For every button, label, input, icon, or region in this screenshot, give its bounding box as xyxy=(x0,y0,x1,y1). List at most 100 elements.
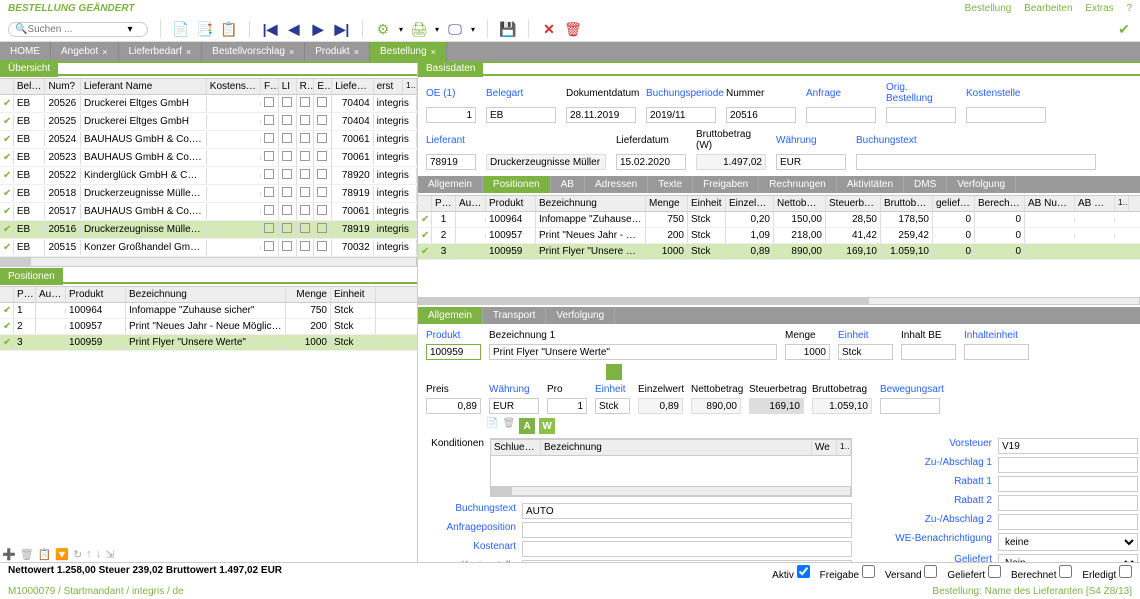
d-val-einheit[interactable] xyxy=(838,344,893,360)
table-row[interactable]: ✔EB20525Druckerei Eltges GmbH70404integr… xyxy=(0,113,417,131)
subtab-adressen[interactable]: Adressen xyxy=(585,176,648,193)
doc-icon[interactable]: 📄 xyxy=(486,418,498,434)
subtab-freigaben[interactable]: Freigaben xyxy=(693,176,759,193)
table-row[interactable]: ✔EB20515Konzer Großhandel GmbH70032integ… xyxy=(0,239,417,257)
table-row[interactable]: ✔EB20516Druckerzeugnisse Müller GmbH7891… xyxy=(0,221,417,239)
subtab-allgemein[interactable]: Allgemein xyxy=(418,176,483,193)
mini-filter-icon[interactable]: 🔽 xyxy=(55,548,69,561)
copy-icon[interactable]: 📑 xyxy=(197,21,213,37)
d-val-produkt[interactable] xyxy=(426,344,481,360)
cancel-icon[interactable]: ✕ xyxy=(541,21,557,37)
chk-geliefert[interactable]: Geliefert xyxy=(947,565,1001,581)
tab-home[interactable]: HOME xyxy=(0,42,51,61)
gear-icon[interactable]: ⚙ xyxy=(375,21,391,37)
search-input[interactable] xyxy=(27,24,127,35)
val-belegart[interactable] xyxy=(486,107,556,123)
d-rabatt1[interactable] xyxy=(998,476,1138,492)
d-kostenart[interactable] xyxy=(522,541,852,557)
mini-refresh-icon[interactable]: ↻ xyxy=(73,548,82,561)
lbl-lieferant[interactable]: Lieferant xyxy=(426,135,476,146)
col-er[interactable]: ER xyxy=(314,79,332,94)
detailtab-transport[interactable]: Transport xyxy=(483,307,546,324)
col-num[interactable]: Num? xyxy=(45,79,80,94)
prev-icon[interactable]: ◀ xyxy=(286,21,302,37)
d-lbl-einheit[interactable]: Einheit xyxy=(838,330,893,341)
col-kost[interactable]: Kostenstelle xyxy=(207,79,261,94)
d-lbl-inhalteh[interactable]: Inhalteinheit xyxy=(964,330,1029,341)
hscroll[interactable] xyxy=(0,257,417,267)
lbl-orig[interactable]: Orig. Bestellung xyxy=(886,82,956,104)
search-box[interactable]: 🔍 ▾ xyxy=(8,22,148,37)
table-row[interactable]: ✔3100959Print Flyer "Unsere Werte"1000St… xyxy=(0,335,417,351)
chk-freigabe[interactable]: Freigabe xyxy=(820,565,875,581)
a-button[interactable]: A xyxy=(519,418,535,434)
d-val-pro[interactable] xyxy=(547,398,587,414)
d-anfragepos[interactable] xyxy=(522,522,852,538)
chk-versand[interactable]: Versand xyxy=(885,565,937,581)
table-row[interactable]: ✔2100957Print "Neues Jahr - Neue ...200S… xyxy=(418,228,1140,244)
lbl-belegart[interactable]: Belegart xyxy=(486,88,556,99)
subtab-positionen[interactable]: Positionen xyxy=(483,176,551,193)
d-val-eh2[interactable] xyxy=(595,398,630,414)
table-row[interactable]: ✔EB20526Druckerei Eltges GmbH70404integr… xyxy=(0,95,417,113)
d-val-beweg[interactable] xyxy=(880,398,940,414)
val-buchper[interactable] xyxy=(646,107,716,123)
mini-down-icon[interactable]: ↓ xyxy=(96,548,102,561)
mini-up-icon[interactable]: ↑ xyxy=(86,548,92,561)
d-val-menge[interactable] xyxy=(785,344,830,360)
lbl-buchper[interactable]: Buchungsperiode xyxy=(646,88,716,99)
lbl-buchtxt[interactable]: Buchungstext xyxy=(856,135,906,146)
save-icon[interactable]: 💾 xyxy=(500,21,516,37)
d-zuab1[interactable] xyxy=(998,457,1138,473)
col-re[interactable]: RE xyxy=(297,79,315,94)
delete-icon[interactable]: 🗑 xyxy=(565,21,581,37)
tab-bestellvorschlag[interactable]: Bestellvorschlag× xyxy=(202,42,305,61)
col-beleg[interactable]: Beleg... xyxy=(14,79,46,94)
d-val-inhaltbe[interactable] xyxy=(901,344,956,360)
table-row[interactable]: ✔1100964Infomappe "Zuhause sicher"750Stc… xyxy=(0,303,417,319)
menu-bearbeiten[interactable]: Bearbeiten xyxy=(1024,3,1072,14)
val-nummer[interactable] xyxy=(726,107,796,123)
val-liefdatum[interactable] xyxy=(616,154,686,170)
d-val-bez1[interactable] xyxy=(489,344,777,360)
check-icon[interactable]: ✔ xyxy=(1116,21,1132,37)
d-buchtxt[interactable] xyxy=(522,503,852,519)
dropdown-icon[interactable]: ▾ xyxy=(127,24,132,35)
chk-aktiv[interactable]: Aktiv xyxy=(772,565,809,581)
hscroll3[interactable] xyxy=(418,297,1140,305)
val-orig[interactable] xyxy=(886,107,956,123)
table-row[interactable]: ✔3100959Print Flyer "Unsere Werte"1000St… xyxy=(418,244,1140,260)
lbl-oe[interactable]: OE (1) xyxy=(426,88,476,99)
d-zuab2[interactable] xyxy=(998,514,1138,530)
doc-plus-icon[interactable]: 📄 xyxy=(173,21,189,37)
subtab-texte[interactable]: Texte xyxy=(648,176,693,193)
table-row[interactable]: ✔1100964Infomappe "Zuhause sich...750Stc… xyxy=(418,212,1140,228)
lbl-waehr[interactable]: Währung xyxy=(776,135,846,146)
detailtab-allgemein[interactable]: Allgemein xyxy=(418,307,483,324)
paste-icon[interactable]: 📋 xyxy=(221,21,237,37)
val-liefnr[interactable] xyxy=(426,154,476,170)
val-dokdatum[interactable] xyxy=(566,107,636,123)
d-val-inhalteh[interactable] xyxy=(964,344,1029,360)
table-row[interactable]: ✔EB20523BAUHAUS GmbH & Co. KG70061integr… xyxy=(0,149,417,167)
d-rabatt2[interactable] xyxy=(998,495,1138,511)
subtab-verfolgung[interactable]: Verfolgung xyxy=(947,176,1016,193)
chk-berechnet[interactable]: Berechnet xyxy=(1011,565,1072,581)
lbl-anfrage[interactable]: Anfrage xyxy=(806,88,876,99)
subtab-aktivitäten[interactable]: Aktivitäten xyxy=(837,176,904,193)
subtab-ab[interactable]: AB xyxy=(551,176,585,193)
menu-extras[interactable]: Extras xyxy=(1085,3,1113,14)
table-row[interactable]: ✔EB20518Druckerzeugnisse Müller GmbH7891… xyxy=(0,185,417,203)
chk-erledigt[interactable]: Erledigt xyxy=(1082,565,1132,581)
col-liefname[interactable]: Lieferant Name xyxy=(81,79,207,94)
col-erst[interactable]: erst xyxy=(374,79,404,94)
color-square[interactable] xyxy=(606,364,622,380)
val-oe[interactable] xyxy=(426,107,476,123)
table-row[interactable]: ✔2100957Print "Neues Jahr - Neue Möglich… xyxy=(0,319,417,335)
print-icon[interactable]: 🖨 xyxy=(411,21,427,37)
first-icon[interactable]: |◀ xyxy=(262,21,278,37)
mini-copy-icon[interactable]: 📋 xyxy=(38,548,52,561)
table-row[interactable]: ✔EB20517BAUHAUS GmbH & Co. KG70061integr… xyxy=(0,203,417,221)
d-lbl-produkt[interactable]: Produkt xyxy=(426,330,481,341)
detailtab-verfolgung[interactable]: Verfolgung xyxy=(546,307,615,324)
